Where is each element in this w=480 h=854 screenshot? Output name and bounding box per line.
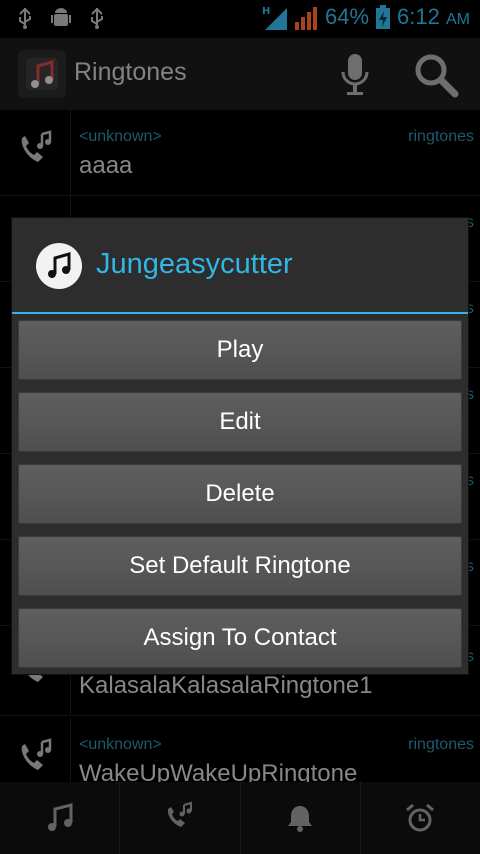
delete-button[interactable]: Delete	[18, 464, 462, 524]
music-note-icon	[36, 243, 82, 289]
edit-button[interactable]: Edit	[18, 392, 462, 452]
dialog-title: Jungeasycutter	[96, 248, 293, 280]
set-default-ringtone-button[interactable]: Set Default Ringtone	[18, 536, 462, 596]
dialog-header: Jungeasycutter	[12, 218, 468, 314]
assign-to-contact-button[interactable]: Assign To Contact	[18, 608, 462, 668]
dialog-divider	[12, 312, 468, 314]
context-menu-dialog: Jungeasycutter Play Edit Delete Set Defa…	[12, 218, 468, 674]
play-button[interactable]: Play	[18, 320, 462, 380]
